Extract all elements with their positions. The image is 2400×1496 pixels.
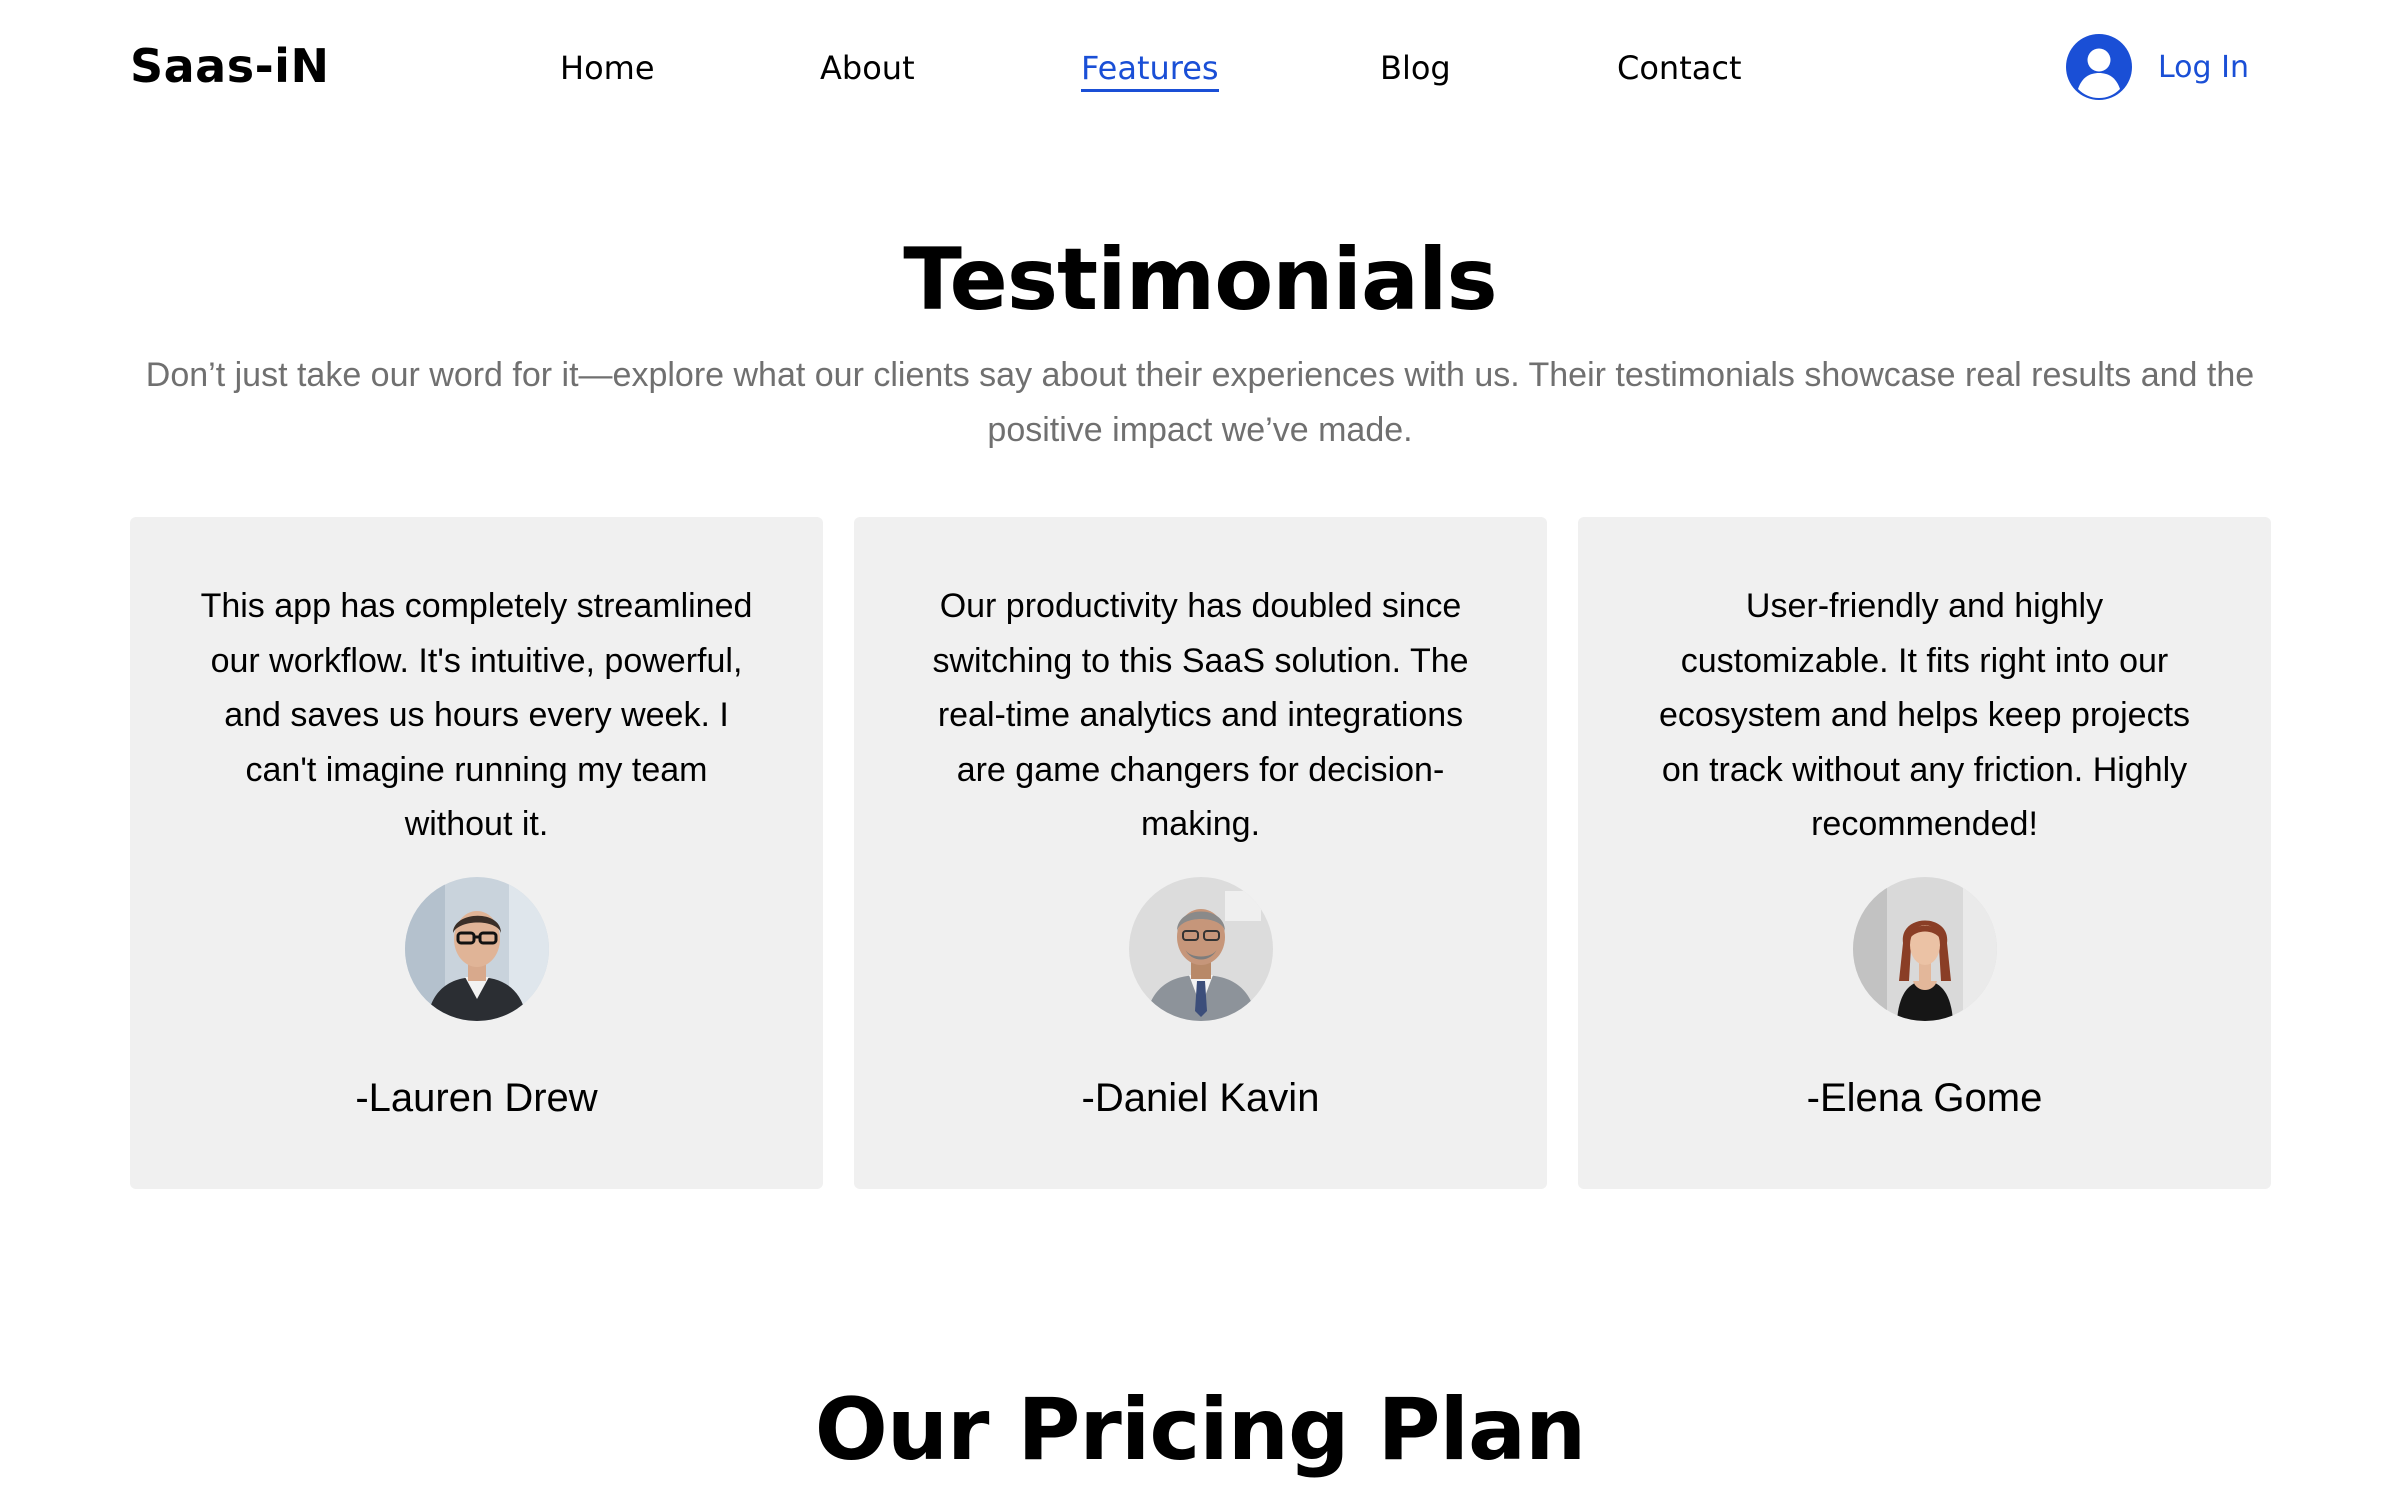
testimonial-quote: Our productivity has doubled since switc… <box>932 587 1469 843</box>
nav-blog[interactable]: Blog <box>1380 46 1451 90</box>
nav-contact[interactable]: Contact <box>1617 46 1742 90</box>
testimonial-quote: This app has completely streamlined our … <box>200 587 753 843</box>
nav-home[interactable]: Home <box>560 46 655 90</box>
site-header: Saas-iN Home About Features Blog Contact… <box>0 0 2400 136</box>
testimonial-card: User-friendly and highly customizable. I… <box>1578 517 2271 1189</box>
author-photo <box>1128 877 1273 1021</box>
author-name: -Daniel Kavin <box>1081 1076 1320 1120</box>
testimonial-quote: User-friendly and highly customizable. I… <box>1658 587 2191 843</box>
login-label: Log In <box>2158 49 2249 85</box>
nav-features[interactable]: Features <box>1081 46 1219 92</box>
nav-about[interactable]: About <box>820 46 915 90</box>
author-photo <box>1852 877 1997 1021</box>
testimonials-title: Testimonials <box>903 230 1497 330</box>
user-avatar-icon <box>2066 34 2132 100</box>
pricing-title: Our Pricing Plan <box>814 1380 1587 1480</box>
author-name: -Lauren Drew <box>355 1076 598 1120</box>
page: Saas-iN Home About Features Blog Contact… <box>0 0 2400 1496</box>
testimonials-subtitle: Don’t just take our word for it—explore … <box>145 356 2255 449</box>
author-photo <box>404 877 549 1021</box>
portrait-man-suit <box>1128 877 1273 1021</box>
author-name: -Elena Gome <box>1806 1076 2043 1120</box>
portrait-woman <box>1852 877 1997 1021</box>
login-button[interactable]: Log In <box>2066 34 2249 100</box>
testimonial-card: This app has completely streamlined our … <box>130 517 823 1189</box>
testimonial-cards: This app has completely streamlined our … <box>130 517 2271 1189</box>
logo[interactable]: Saas-iN <box>130 38 329 94</box>
testimonial-card: Our productivity has doubled since switc… <box>854 517 1547 1189</box>
portrait-man-glasses <box>404 877 549 1021</box>
